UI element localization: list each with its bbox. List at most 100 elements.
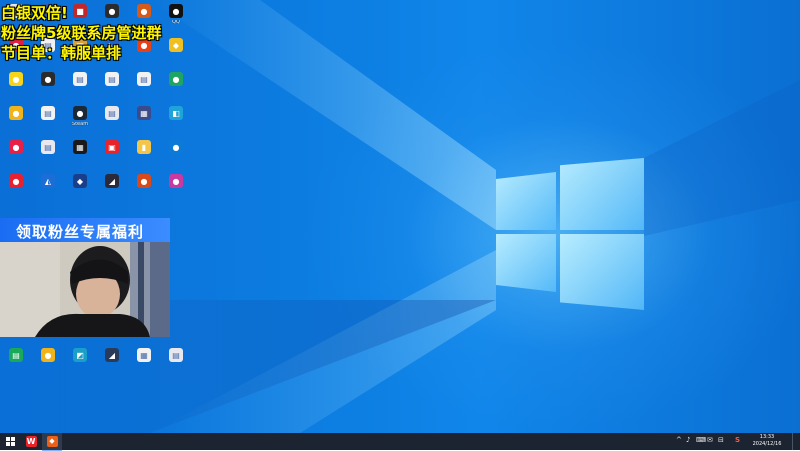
desktop-icon[interactable]: ▦ [65,140,95,176]
desktop-icon-glyph: ◩ [73,348,87,362]
desktop-icon-glyph: ● [169,140,183,154]
desktop-icon-glyph: ● [9,72,23,86]
taskbar-app-active[interactable]: ◆ [42,433,62,451]
desktop-icon[interactable]: ▤ [33,140,63,176]
desktop-icon[interactable]: ◆ [161,38,191,74]
desktop-icon-glyph: ● [169,174,183,188]
desktop-icon-label [159,364,193,375]
desktop-icon-glyph: ● [73,106,87,120]
tray-message-icon[interactable]: ✉ [707,436,713,444]
desktop-icon-glyph: ▤ [9,348,23,362]
desktop-icon-glyph: ● [41,72,55,86]
tray-overflow-icon[interactable]: ^ [676,436,682,444]
webcam-feed [0,242,170,337]
desktop-icon[interactable]: ▦ [129,348,159,384]
desktop-icon-label [159,190,193,201]
desktop-icon-glyph: ● [169,72,183,86]
taskbar-clock[interactable]: 13:33 2024/12/16 [747,433,787,451]
desktop-icon[interactable]: ▤ [33,106,63,142]
show-desktop-button[interactable] [792,433,800,450]
windows-start-button[interactable] [2,433,18,450]
desktop-icon[interactable]: ● [161,72,191,108]
desktop-icon-glyph: ● [9,140,23,154]
overlay-line-1: 白银双倍! [1,4,68,22]
desktop-icon-glyph: ▤ [73,72,87,86]
tray-keyboard-icon[interactable]: ⌨ [696,436,706,444]
desktop[interactable]: ▤ ◆ ■ ● ● ● QQ ● ▤ ▦ ◣ ● ◆ ● ● ▤ ▤ ▤ ● ● ▤ ● Steam ▤ ▦ ◧ ● ▤ ▦ ▣ ▮ ● ● ◭ ◆… [0,0,800,433]
desktop-icon-label [63,156,97,167]
desktop-icon[interactable]: ▤ [97,72,127,108]
overlay-line-3: 节目单：韩服单排 [1,44,122,62]
desktop-icon-label [31,122,65,133]
desktop-icon-label [159,54,193,65]
desktop-icon-label [127,364,161,375]
desktop-icon-glyph: ▤ [41,140,55,154]
desktop-icon[interactable]: ● [1,174,31,210]
desktop-icon-glyph: ◢ [105,348,119,362]
desktop-icon-label [63,190,97,201]
desktop-icon-glyph: ◆ [73,174,87,188]
taskbar-app-wps[interactable]: W [22,433,40,450]
desktop-icon-glyph: ● [41,348,55,362]
desktop-icon[interactable]: ▤ [1,348,31,384]
tray-network-icon[interactable]: ⊟ [718,436,724,444]
desktop-icon-glyph: ● [137,174,151,188]
windows-logo-wallpaper [496,158,644,310]
desktop-icon[interactable]: ● [33,348,63,384]
desktop-icon[interactable]: ▤ [161,348,191,384]
desktop-icon[interactable]: ▤ [129,72,159,108]
desktop-icon-label [95,88,129,99]
desktop-icon-glyph: ◆ [169,38,183,52]
desktop-icon-glyph: ▦ [137,348,151,362]
desktop-icon[interactable]: ● QQ [161,4,191,40]
fan-benefit-banner[interactable]: 领取粉丝专属福利 [0,218,170,242]
desktop-icon-label [0,156,33,167]
desktop-icon[interactable]: ▮ [129,140,159,176]
desktop-icon-label [31,364,65,375]
wps-icon: W [25,436,37,447]
desktop-icon[interactable]: ● [129,174,159,210]
desktop-icon[interactable]: ▦ [129,106,159,142]
desktop-icon[interactable]: ● [161,140,191,176]
clock-date: 2024/12/16 [752,441,782,447]
banner-label: 领取粉丝专属福利 [16,223,145,241]
desktop-icon[interactable]: ● [1,106,31,142]
desktop-icon[interactable]: ● Steam [65,106,95,142]
desktop-icon-glyph: ▤ [41,106,55,120]
desktop-icon[interactable]: ● [1,72,31,108]
desktop-icon[interactable]: ◢ [97,174,127,210]
desktop-icon[interactable]: ● [161,174,191,210]
desktop-icon[interactable]: ● [33,72,63,108]
desktop-icon[interactable]: ◧ [161,106,191,142]
desktop-icon-label [0,364,33,375]
desktop-icon-label [95,364,129,375]
desktop-icon[interactable]: ▤ [97,106,127,142]
desktop-icon[interactable]: ◢ [97,348,127,384]
windows-start-icon [5,437,15,446]
desktop-icon-glyph: ▤ [137,72,151,86]
desktop-icon[interactable]: ◆ [65,174,95,210]
app-icon: ◆ [46,436,58,447]
desktop-icon-glyph: ● [169,4,183,18]
taskbar: W ◆ ^ ♪ ⌨ ✉ ⊟ S 13:33 2024/12/16 [0,433,800,451]
desktop-icon-label [159,122,193,133]
desktop-icon-glyph: ● [9,106,23,120]
desktop-icon[interactable]: ◩ [65,348,95,384]
desktop-icon-glyph: ● [9,174,23,188]
desktop-icon-label [127,156,161,167]
desktop-icon-label [127,190,161,201]
tray-ime-icon[interactable]: S [735,436,740,444]
desktop-icon[interactable]: ▤ [65,72,95,108]
desktop-icon-glyph: ◧ [169,106,183,120]
desktop-icon[interactable]: ◭ [33,174,63,210]
desktop-icon[interactable]: ● [1,140,31,176]
tray-volume-icon[interactable]: ♪ [686,436,690,444]
desktop-icon-glyph: ▤ [169,348,183,362]
desktop-icon-label: QQ [172,20,180,25]
desktop-icon[interactable]: ▣ [97,140,127,176]
overlay-line-2: 粉丝牌5级联系房管进群 [1,24,162,42]
desktop-icon-label [31,88,65,99]
desktop-icon-label [0,88,33,99]
desktop-icon-grid: ▤ ◆ ■ ● ● ● QQ ● ▤ ▦ ◣ ● ◆ ● ● ▤ ▤ ▤ ● ● ▤ ● Steam ▤ ▦ ◧ ● ▤ ▦ ▣ ▮ ● ● ◭ ◆… [0,0,230,433]
desktop-icon-label [0,190,33,201]
